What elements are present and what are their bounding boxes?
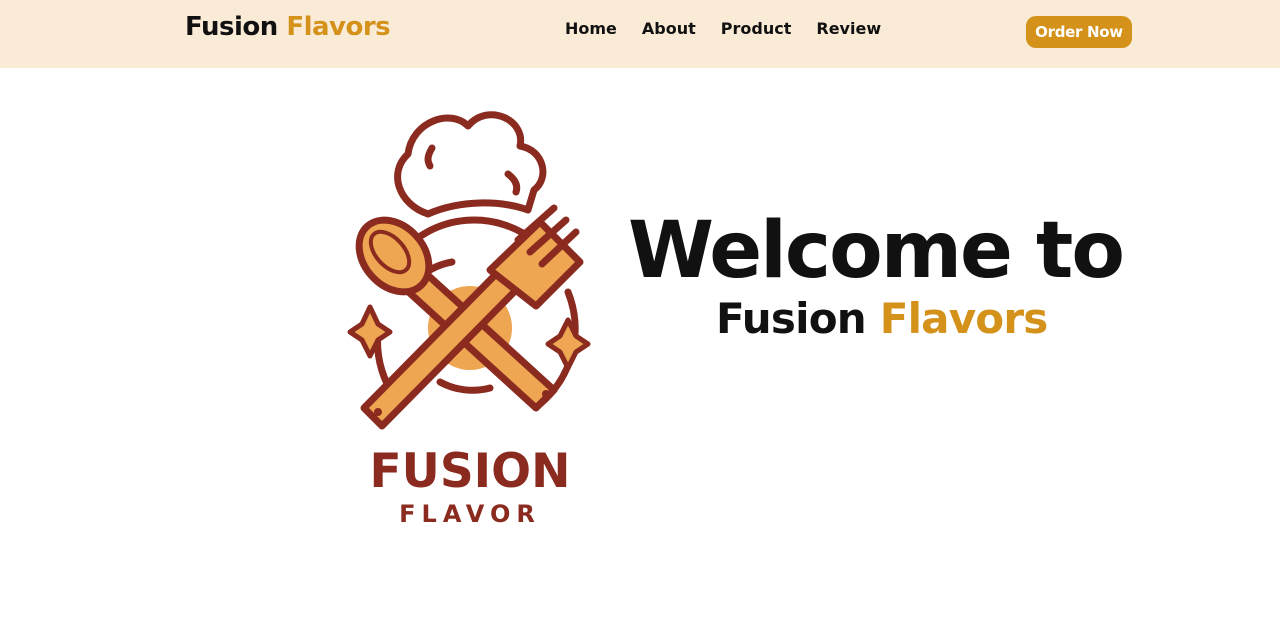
logo-wordmark-top: FUSION [370, 444, 571, 499]
spoon-handle-dot [542, 390, 550, 398]
nav-review[interactable]: Review [816, 19, 881, 38]
sparkle-icon [347, 304, 393, 359]
hero-subheading: Fusion Flavors [716, 294, 1049, 343]
nav-product[interactable]: Product [721, 19, 792, 38]
chef-hat-icon [394, 111, 547, 218]
fork-handle-dot [374, 408, 382, 416]
brand-name-accent: Flavors [286, 12, 391, 42]
hero-sub-main: Fusion [716, 294, 867, 343]
order-now-button[interactable]: Order Now [1026, 16, 1132, 48]
navbar: Fusion Flavors Home About Product Review… [0, 0, 1280, 68]
nav-links: Home About Product Review [565, 19, 881, 38]
fusion-flavor-logo: FUSION FLAVOR [347, 111, 591, 528]
hero-sub-accent: Flavors [879, 294, 1049, 343]
sparkle-icon [545, 317, 591, 371]
nav-home[interactable]: Home [565, 19, 617, 38]
hero-heading: Welcome to [628, 206, 1125, 296]
logo-wordmark-bottom: FLAVOR [399, 500, 541, 528]
brand-logo[interactable]: Fusion Flavors [185, 12, 391, 42]
nav-about[interactable]: About [642, 19, 696, 38]
brand-name: Fusion [185, 12, 278, 42]
